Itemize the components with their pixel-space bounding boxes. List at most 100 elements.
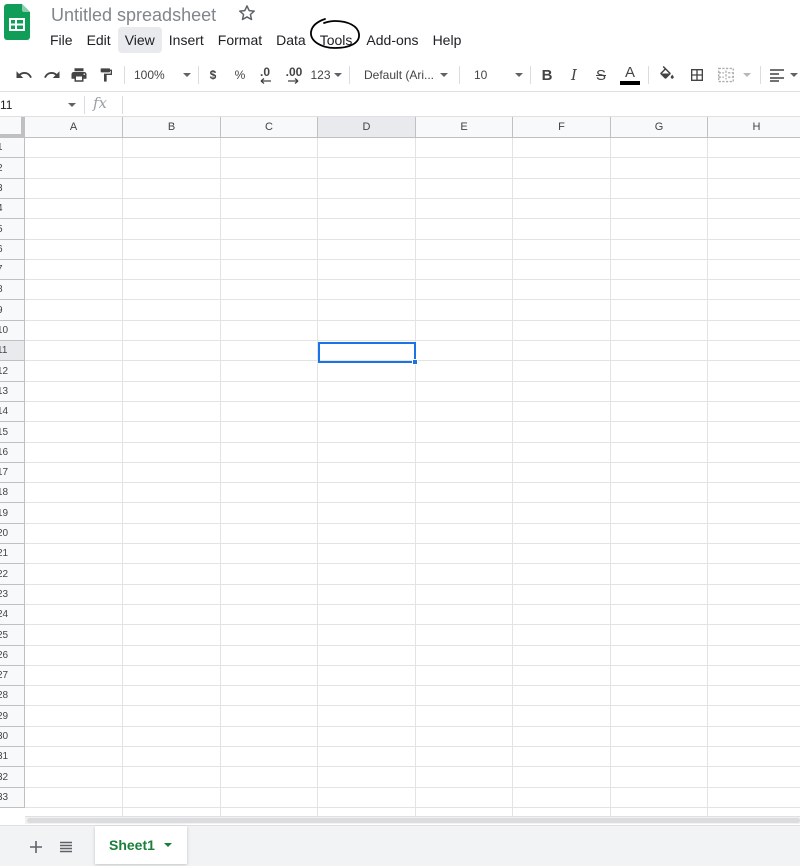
row-gridline (25, 685, 800, 686)
fill-handle[interactable] (412, 359, 418, 365)
row-header-21[interactable]: 21 (0, 544, 25, 564)
merge-cells-button[interactable] (714, 58, 754, 92)
menu-insert[interactable]: Insert (162, 27, 211, 53)
selected-cell-d11[interactable] (318, 342, 416, 363)
column-header-c[interactable]: C (221, 117, 318, 138)
row-header-30[interactable]: 30 (0, 727, 25, 747)
row-gridline (25, 462, 800, 463)
row-header-29[interactable]: 29 (0, 706, 25, 727)
row-header-16[interactable]: 16 (0, 443, 25, 463)
menu-format[interactable]: Format (211, 27, 269, 53)
plus-icon[interactable] (23, 834, 49, 860)
row-header-5[interactable]: 5 (0, 219, 25, 240)
menu-file[interactable]: File (43, 27, 80, 53)
row-gridline (25, 502, 800, 503)
star-icon[interactable] (237, 3, 257, 23)
bold-button[interactable]: B (537, 58, 557, 92)
column-header-f[interactable]: F (513, 117, 611, 138)
name-box[interactable]: 11 (0, 96, 80, 114)
row-header-27[interactable]: 27 (0, 666, 25, 686)
fx-icon: fx (93, 94, 108, 112)
decrease-decimal-button[interactable]: .0 (254, 58, 276, 92)
row-header-7[interactable]: 7 (0, 260, 25, 280)
font-family-select[interactable]: Default (Ari... (357, 58, 453, 92)
row-gridline (25, 726, 800, 727)
row-header-9[interactable]: 9 (0, 300, 25, 321)
strikethrough-button[interactable]: S (591, 58, 611, 92)
menu-data[interactable]: Data (269, 27, 313, 53)
italic-button[interactable]: I (564, 58, 584, 92)
row-header-23[interactable]: 23 (0, 585, 25, 605)
more-formats-button[interactable]: 123 (310, 58, 342, 92)
arrow-left-icon (260, 78, 271, 84)
select-all-corner[interactable] (0, 117, 25, 138)
row-gridline (25, 766, 800, 767)
row-header-14[interactable]: 14 (0, 402, 25, 422)
row-header-32[interactable]: 32 (0, 767, 25, 788)
chevron-down-icon (515, 73, 524, 77)
sheet-tab-sheet1[interactable]: Sheet1 (95, 826, 187, 864)
row-gridline (25, 157, 800, 158)
row-gridline (25, 543, 800, 544)
horizontal-scrollbar[interactable] (25, 816, 800, 824)
borders-icon[interactable] (686, 58, 708, 92)
sheet-bar: Sheet1 (0, 825, 800, 866)
row-header-1[interactable]: 1 (0, 138, 25, 158)
row-header-17[interactable]: 17 (0, 463, 25, 483)
currency-format-button[interactable]: $ (204, 58, 222, 92)
document-title[interactable]: Untitled spreadsheet (51, 5, 216, 26)
percent-format-button[interactable]: % (231, 58, 249, 92)
row-header-4[interactable]: 4 (0, 199, 25, 219)
row-gridline (25, 279, 800, 280)
font-size-select[interactable]: 10 (466, 58, 524, 92)
row-header-28[interactable]: 28 (0, 686, 25, 706)
text-color-button[interactable]: A (619, 58, 641, 92)
horizontal-align-button[interactable] (766, 58, 800, 92)
row-header-15[interactable]: 15 (0, 422, 25, 443)
row-header-20[interactable]: 20 (0, 524, 25, 544)
row-header-11[interactable]: 11 (0, 341, 25, 361)
row-header-3[interactable]: 3 (0, 179, 25, 199)
row-header-13[interactable]: 13 (0, 382, 25, 402)
column-header-g[interactable]: G (611, 117, 708, 138)
print-icon[interactable] (67, 58, 91, 92)
menu-edit[interactable]: Edit (80, 27, 118, 53)
sheets-logo[interactable] (4, 4, 30, 40)
row-gridline (25, 218, 800, 219)
menu-view[interactable]: View (117, 27, 162, 53)
increase-decimal-button[interactable]: .00 (282, 58, 306, 92)
column-header-d[interactable]: D (318, 117, 416, 138)
row-gridline (25, 746, 800, 747)
undo-icon[interactable] (12, 58, 36, 92)
row-header-6[interactable]: 6 (0, 240, 25, 260)
row-header-10[interactable]: 10 (0, 321, 25, 341)
row-gridline (25, 604, 800, 605)
row-header-12[interactable]: 12 (0, 361, 25, 382)
formula-input[interactable] (128, 96, 788, 114)
paint-format-icon[interactable] (94, 58, 118, 92)
row-header-18[interactable]: 18 (0, 483, 25, 503)
scrollbar-thumb[interactable] (27, 818, 800, 823)
row-header-33[interactable]: 33 (0, 788, 25, 808)
fill-color-icon[interactable] (656, 58, 678, 92)
cell-grid[interactable]: ABCDEFGH12345678910111213141516171819202… (0, 117, 800, 817)
column-header-e[interactable]: E (416, 117, 513, 138)
row-header-8[interactable]: 8 (0, 280, 25, 300)
all-sheets-icon[interactable] (53, 834, 79, 860)
zoom-select[interactable]: 100% (134, 58, 194, 92)
menu-tools[interactable]: Tools (313, 27, 360, 53)
row-header-31[interactable]: 31 (0, 747, 25, 767)
row-header-24[interactable]: 24 (0, 605, 25, 625)
menu-addons[interactable]: Add-ons (359, 27, 425, 53)
row-header-19[interactable]: 19 (0, 503, 25, 524)
menu-help[interactable]: Help (426, 27, 469, 53)
column-header-b[interactable]: B (123, 117, 221, 138)
row-gridline (25, 381, 800, 382)
row-header-26[interactable]: 26 (0, 646, 25, 666)
row-header-2[interactable]: 2 (0, 158, 25, 179)
row-header-22[interactable]: 22 (0, 564, 25, 585)
column-header-a[interactable]: A (25, 117, 123, 138)
row-header-25[interactable]: 25 (0, 625, 25, 646)
redo-icon[interactable] (40, 58, 64, 92)
column-header-h[interactable]: H (708, 117, 800, 138)
